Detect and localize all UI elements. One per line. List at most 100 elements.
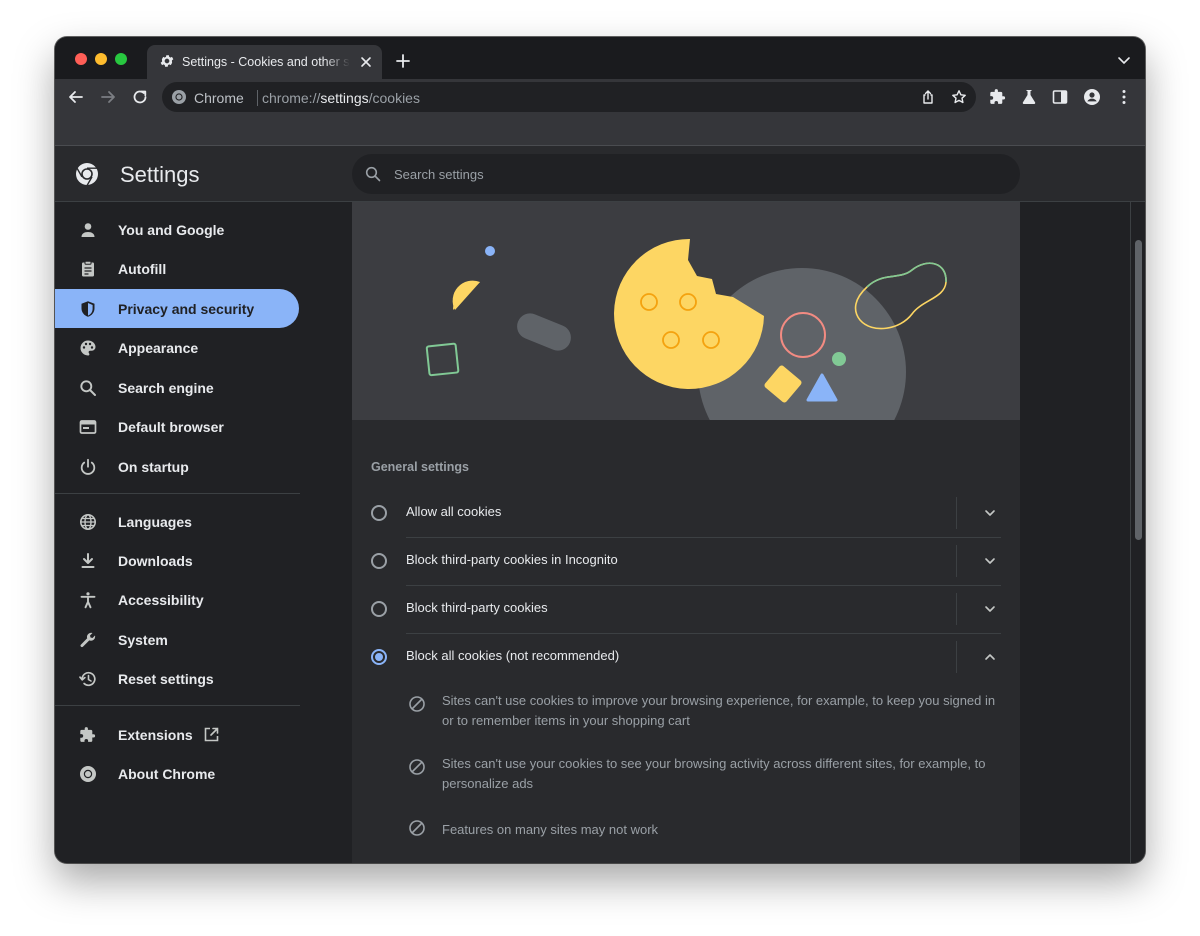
sidebar-item-search-engine[interactable]: Search engine [55, 368, 299, 407]
sidebar-item-label: Languages [118, 514, 192, 530]
sidebar-item-label: About Chrome [118, 766, 216, 782]
search-icon [365, 166, 381, 182]
sidebar-item-languages[interactable]: Languages [55, 502, 299, 541]
option-label: Allow all cookies [406, 504, 502, 519]
tab-title: Settings - Cookies and other site data [182, 55, 350, 69]
profile-avatar-icon[interactable] [1083, 88, 1101, 106]
radio-button[interactable] [371, 553, 387, 569]
sidebar-item-you-and-google[interactable]: You and Google [55, 210, 299, 249]
settings-header: Settings [55, 146, 1145, 202]
globe-icon [80, 514, 96, 530]
browser-window: Settings - Cookies and other site data [55, 37, 1145, 863]
detail-text: Features on many sites may not work [442, 822, 659, 837]
tab-settings[interactable]: Settings - Cookies and other site data [147, 45, 382, 79]
option-label: Block third-party cookies in Incognito [406, 552, 618, 567]
sidebar-item-label: System [118, 632, 168, 648]
row-separator [956, 545, 957, 577]
sidebar-item-on-startup[interactable]: On startup [55, 447, 299, 486]
maximize-window-button[interactable] [115, 53, 127, 65]
puzzle-icon [80, 727, 96, 742]
radio-button[interactable] [371, 505, 387, 521]
more-menu-icon[interactable] [1115, 88, 1133, 106]
sidebar-item-reset-settings[interactable]: Reset settings [55, 659, 299, 698]
share-icon[interactable] [920, 89, 936, 105]
scrollbar-thumb[interactable] [1135, 240, 1142, 540]
back-arrow-icon[interactable] [67, 88, 85, 106]
open-in-new-icon [204, 727, 219, 742]
option-allow-all-cookies[interactable]: Allow all cookies [352, 489, 1020, 537]
clipboard-icon [82, 260, 94, 277]
chevron-down-icon[interactable] [983, 602, 997, 616]
address-bar[interactable]: Chrome chrome://settings/cookies [162, 82, 976, 112]
sidebar-item-label: Default browser [118, 419, 224, 435]
row-separator [956, 641, 957, 673]
detail-text: Sites can't use cookies to improve your … [442, 693, 996, 728]
radio-button-selected[interactable] [371, 649, 387, 665]
toolbar: Chrome chrome://settings/cookies [55, 79, 1145, 115]
sidebar-item-system[interactable]: System [55, 620, 299, 659]
close-window-button[interactable] [75, 53, 87, 65]
settings-search-box[interactable] [352, 154, 1020, 194]
close-icon[interactable] [358, 54, 374, 70]
sidebar-item-appearance[interactable]: Appearance [55, 328, 299, 367]
section-title-general-settings: General settings [371, 460, 469, 474]
sidebar-item-label: Search engine [118, 380, 214, 396]
minimize-window-button[interactable] [95, 53, 107, 65]
search-input[interactable] [394, 164, 994, 184]
search-icon [80, 380, 96, 396]
sidebar-item-accessibility[interactable]: Accessibility [55, 580, 299, 619]
row-separator [956, 497, 957, 529]
side-panel-icon[interactable] [1051, 88, 1069, 106]
tab-strip: Settings - Cookies and other site data [55, 37, 1145, 79]
chevron-up-icon[interactable] [983, 650, 997, 664]
cookie-illustration-graphic [425, 238, 947, 420]
chevron-down-icon[interactable] [1117, 54, 1131, 66]
sidebar: You and Google Autofill Privacy and secu… [55, 202, 352, 863]
url-text: chrome://settings/cookies [262, 90, 420, 106]
sidebar-item-label: Privacy and security [118, 301, 255, 317]
option-block-third-party-cookies[interactable]: Block third-party cookies [352, 585, 1020, 633]
omnibox-chip: Chrome [194, 90, 244, 106]
row-separator [956, 593, 957, 625]
chevron-down-icon[interactable] [983, 554, 997, 568]
option-label: Block all cookies (not recommended) [406, 648, 620, 663]
block-icon [409, 696, 425, 712]
block-icon [409, 820, 425, 836]
power-icon [80, 458, 96, 475]
accessibility-icon [80, 592, 96, 609]
sidebar-item-autofill[interactable]: Autofill [55, 249, 299, 288]
sidebar-item-privacy-and-security[interactable]: Privacy and security [55, 289, 299, 328]
sidebar-item-default-browser[interactable]: Default browser [55, 407, 299, 446]
palette-icon [80, 340, 96, 356]
gear-icon [160, 55, 174, 67]
shield-icon [81, 301, 95, 317]
chrome-logo-icon [172, 90, 186, 104]
radio-button[interactable] [371, 601, 387, 617]
option-block-all-cookies[interactable]: Block all cookies (not recommended) [352, 633, 1020, 681]
new-tab-button[interactable] [395, 53, 411, 69]
sidebar-item-label: Autofill [118, 261, 167, 277]
download-icon [81, 553, 95, 568]
extensions-puzzle-icon[interactable] [989, 88, 1007, 106]
option-block-third-party-incognito[interactable]: Block third-party cookies in Incognito [352, 537, 1020, 585]
bookmark-star-icon[interactable] [951, 89, 967, 105]
url-scheme: chrome:// [262, 90, 321, 106]
history-icon [79, 671, 96, 687]
reload-icon[interactable] [131, 88, 149, 106]
block-icon [409, 759, 425, 775]
omnibox-divider [257, 90, 258, 106]
browser-icon [79, 420, 97, 434]
labs-flask-icon[interactable] [1020, 88, 1038, 106]
sidebar-item-about-chrome[interactable]: About Chrome [55, 754, 299, 793]
cookies-illustration [352, 202, 1020, 420]
detail-text: Sites can't use your cookies to see your… [442, 756, 986, 791]
sidebar-item-label: Reset settings [118, 671, 214, 687]
scrollbar[interactable] [1130, 202, 1145, 863]
chevron-down-icon[interactable] [983, 506, 997, 520]
main-content: General settings Allow all cookies Block… [352, 202, 1020, 863]
sidebar-item-extensions[interactable]: Extensions [55, 715, 299, 754]
forward-arrow-icon[interactable] [99, 88, 117, 106]
sidebar-divider [55, 493, 300, 494]
sidebar-item-downloads[interactable]: Downloads [55, 541, 299, 580]
sidebar-item-label: Accessibility [118, 592, 204, 608]
